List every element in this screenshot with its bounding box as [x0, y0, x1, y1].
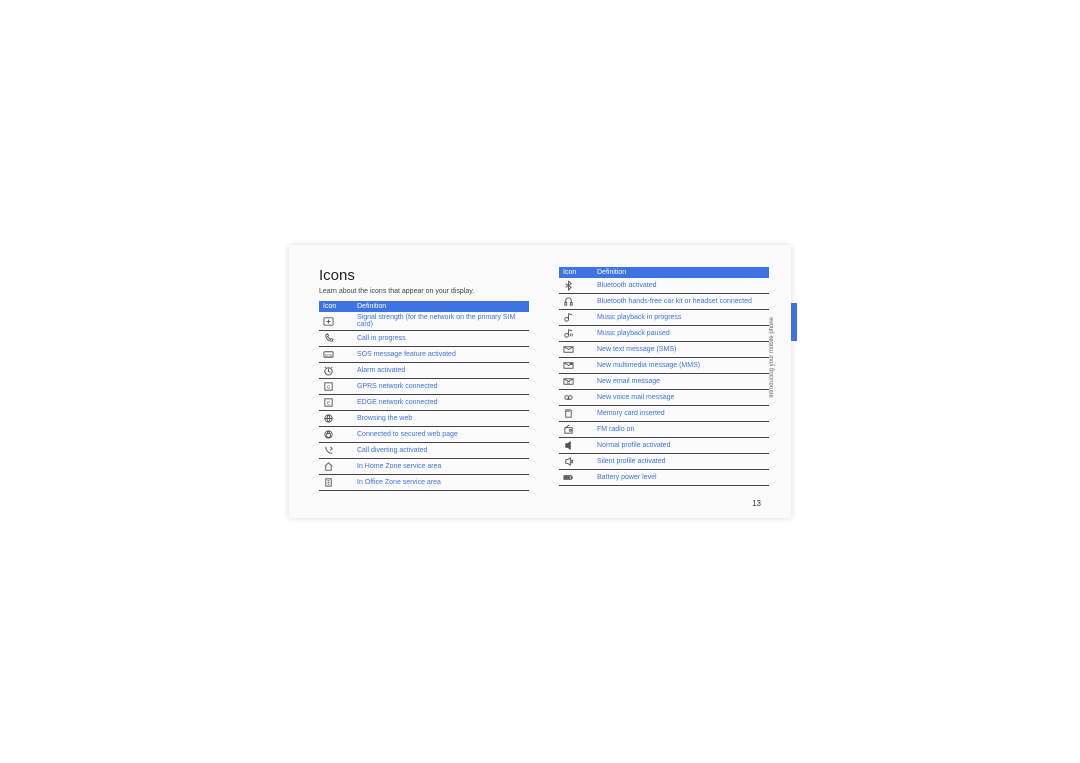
page-title: Icons — [319, 267, 529, 284]
silent-profile-icon — [559, 454, 593, 470]
bluetooth-icon — [559, 278, 593, 294]
svg-text:G: G — [327, 384, 331, 389]
table-row: Connected to secured web page — [319, 427, 529, 443]
table-row: Bluetooth hands-free car kit or headset … — [559, 294, 769, 310]
icons-table-right: Icon Definition Bluetooth activated Blue… — [559, 267, 769, 486]
table-row: In Office Zone service area — [319, 475, 529, 491]
table-row: New multimedia message (MMS) — [559, 358, 769, 374]
table-row: Call diverting activated — [319, 443, 529, 459]
svg-text:@: @ — [567, 380, 571, 384]
table-row: Call in progress — [319, 331, 529, 347]
table-row: Music playback in progress — [559, 310, 769, 326]
sms-icon — [559, 342, 593, 358]
sos-icon: SOS — [319, 347, 353, 363]
table-row: Memory card inserted — [559, 406, 769, 422]
gprs-icon: G — [319, 379, 353, 395]
voicemail-icon — [559, 390, 593, 406]
call-icon — [319, 331, 353, 347]
divert-icon — [319, 443, 353, 459]
page-intro: Learn about the icons that appear on you… — [319, 288, 529, 295]
table-row: New text message (SMS) — [559, 342, 769, 358]
svg-text:SOS: SOS — [325, 353, 333, 357]
page-number: 13 — [752, 499, 761, 508]
table-row: In Home Zone service area — [319, 459, 529, 475]
table-row: New voice mail message — [559, 390, 769, 406]
table-row: FM radio on — [559, 422, 769, 438]
fm-radio-icon — [559, 422, 593, 438]
table-row: Music playback paused — [559, 326, 769, 342]
right-column: Icon Definition Bluetooth activated Blue… — [559, 267, 769, 486]
battery-icon — [559, 470, 593, 486]
home-zone-icon — [319, 459, 353, 475]
table-row: Normal profile activated — [559, 438, 769, 454]
table-row: SOSSOS message feature activated — [319, 347, 529, 363]
memory-card-icon — [559, 406, 593, 422]
table-row: Alarm activated — [319, 363, 529, 379]
section-side-label: Introducing your mobile phone — [769, 317, 775, 398]
table-row: Battery power level — [559, 470, 769, 486]
table-row: Bluetooth activated — [559, 278, 769, 294]
table-row: Silent profile activated — [559, 454, 769, 470]
th-icon: Icon — [319, 301, 353, 312]
table-row: Signal strength (for the network on the … — [319, 312, 529, 331]
svg-text:E: E — [327, 400, 330, 405]
bt-headset-icon — [559, 294, 593, 310]
table-row: @New email message — [559, 374, 769, 390]
music-pause-icon — [559, 326, 593, 342]
secure-web-icon — [319, 427, 353, 443]
section-tab — [791, 303, 797, 341]
manual-page: Introducing your mobile phone Icons Lear… — [289, 245, 791, 518]
table-row: GGPRS network connected — [319, 379, 529, 395]
email-icon: @ — [559, 374, 593, 390]
mms-icon — [559, 358, 593, 374]
signal-icon — [319, 312, 353, 331]
office-zone-icon — [319, 475, 353, 491]
normal-profile-icon — [559, 438, 593, 454]
table-row: Browsing the web — [319, 411, 529, 427]
th-icon: Icon — [559, 267, 593, 278]
th-def: Definition — [353, 301, 529, 312]
web-icon — [319, 411, 353, 427]
music-play-icon — [559, 310, 593, 326]
alarm-icon — [319, 363, 353, 379]
edge-icon: E — [319, 395, 353, 411]
table-row: EEDGE network connected — [319, 395, 529, 411]
th-def: Definition — [593, 267, 769, 278]
left-column: Icons Learn about the icons that appear … — [319, 267, 529, 491]
icons-table-left: Icon Definition Signal strength (for the… — [319, 301, 529, 491]
page-content: Icons Learn about the icons that appear … — [319, 267, 761, 500]
